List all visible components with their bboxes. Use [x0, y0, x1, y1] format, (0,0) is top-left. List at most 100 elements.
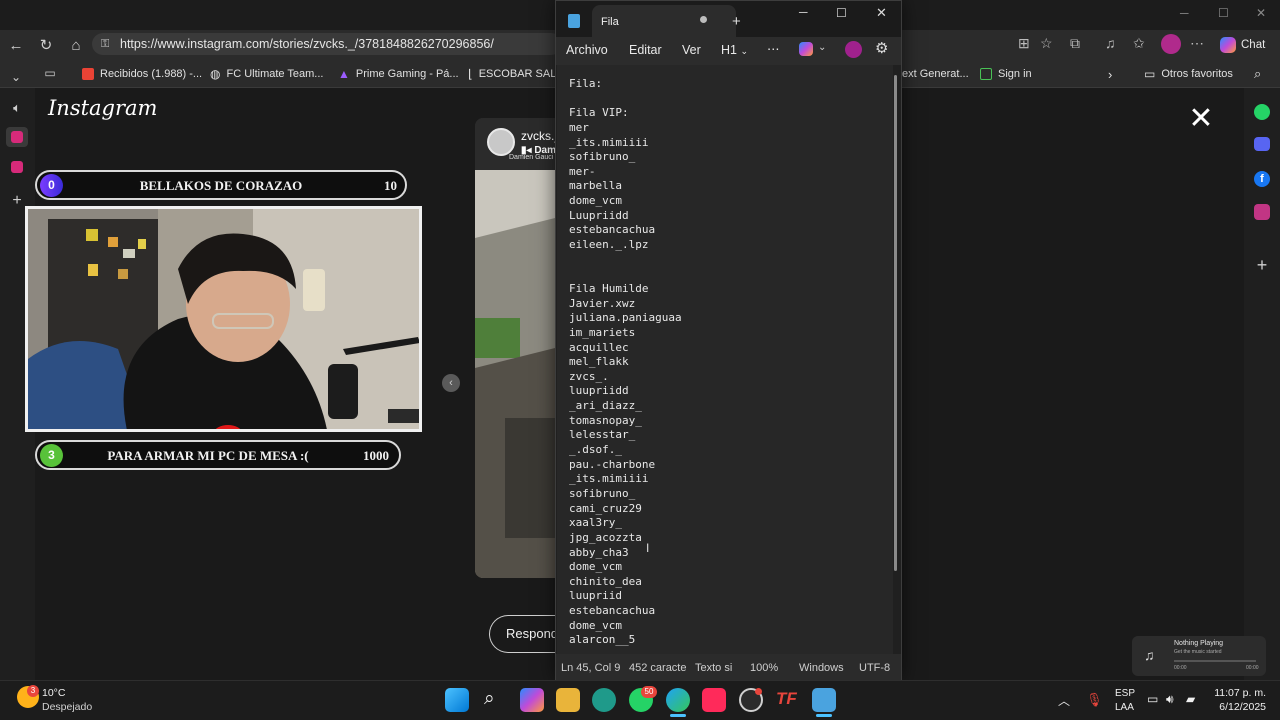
unsaved-dot-icon[interactable]	[700, 16, 707, 23]
bookmark-escobar[interactable]: ⌊ ESCOBAR SALA	[468, 64, 564, 84]
instagram-logo[interactable]: Instagram	[48, 96, 157, 120]
battery-icon[interactable]: ▰	[1186, 692, 1195, 706]
weather-desc[interactable]: Despejado	[42, 701, 92, 713]
facebook-icon[interactable]: f	[1254, 171, 1270, 187]
media-icon[interactable]: ♫	[1105, 35, 1116, 51]
network-icon[interactable]: ▭	[1147, 692, 1158, 706]
notepad-tab[interactable]: Fila	[592, 5, 736, 37]
story-reply-input[interactable]: Responde	[489, 615, 555, 653]
weather-temp[interactable]: 10°C	[42, 687, 65, 699]
volume-icon[interactable]: 🔊︎	[1166, 692, 1174, 707]
copilot-icon[interactable]	[520, 688, 544, 712]
search-icon[interactable]: ⌕	[1254, 64, 1261, 84]
close-story-icon[interactable]: ✕	[1186, 104, 1216, 135]
zoom-level[interactable]: 100%	[750, 662, 778, 674]
close-icon[interactable]: ✕	[1256, 6, 1266, 20]
site-info-icon[interactable]: ⚿	[101, 33, 109, 55]
copilot-icon[interactable]	[799, 42, 813, 56]
goal-1-title: BELLAKOS DE CORAZAO	[139, 178, 303, 193]
favorite-star-icon[interactable]: ☆	[1040, 35, 1053, 52]
bookmark-text-gen[interactable]: ext Generat...	[902, 64, 969, 84]
cursor-app-icon[interactable]	[592, 688, 616, 712]
chat-label: Chat	[1241, 39, 1266, 51]
bookmark-signin[interactable]: Sign in	[980, 64, 1032, 84]
new-tab-icon[interactable]: +	[732, 13, 741, 30]
bookmark-fc[interactable]: ◍ FC Ultimate Team...	[210, 64, 323, 84]
microphone-icon[interactable]: 🎙︎	[1086, 692, 1103, 708]
extensions-icon[interactable]: ⧉	[1070, 35, 1080, 52]
encoding[interactable]: UTF-8	[859, 662, 890, 674]
search-icon[interactable]: ⌕	[484, 688, 495, 710]
minimize-icon[interactable]: ─	[799, 5, 808, 19]
heading-dropdown[interactable]: H1 ⌄	[721, 43, 748, 57]
account-avatar[interactable]	[845, 41, 862, 58]
discord-icon[interactable]	[1254, 137, 1270, 151]
bookmarks-more-chevron-icon[interactable]: ›	[1108, 64, 1112, 84]
bookmark-gmail[interactable]: Recibidos (1.988) -...	[82, 64, 202, 84]
minimize-icon[interactable]: ─	[1180, 6, 1189, 20]
tiktok-icon[interactable]	[702, 688, 726, 712]
tray-chevron-up-icon[interactable]: ︿	[1058, 692, 1070, 709]
story-avatar[interactable]	[487, 128, 515, 156]
profile-avatar[interactable]	[1161, 34, 1181, 54]
add-sidebar-app-icon[interactable]: +	[1251, 254, 1273, 276]
notepad-text-area[interactable]: Fila: Fila VIP: mer _its.mimiiii sofibruno_ m…	[557, 65, 893, 654]
url-input[interactable]: ⚿ https://www.instagram.com/stories/zvck…	[92, 33, 562, 55]
notepad-taskbar-icon[interactable]	[812, 688, 836, 712]
webcam-scene	[28, 209, 419, 429]
maximize-icon[interactable]: ☐	[836, 6, 847, 20]
more-icon[interactable]: ⋯	[767, 41, 780, 56]
close-icon[interactable]: ✕	[876, 5, 887, 21]
notepad-line: Fila VIP:	[569, 106, 629, 120]
more-icon[interactable]: ⋯	[1190, 35, 1204, 52]
instagram-icon[interactable]	[11, 161, 23, 173]
split-screen-icon[interactable]: ⊞	[1018, 35, 1030, 52]
media-widget[interactable]: ♫ Nothing Playing Get the music started …	[1132, 636, 1266, 676]
bookmark-prime[interactable]: ▲ Prime Gaming - Pá...	[338, 64, 459, 84]
media-time-end: 00:00	[1246, 665, 1259, 671]
instagram-tab-active[interactable]	[6, 127, 28, 147]
notepad-line: sofibruno_	[569, 486, 636, 500]
menu-ver[interactable]: Ver	[682, 43, 701, 57]
copilot-icon	[1220, 37, 1236, 53]
notepad-line: Fila Humilde	[569, 281, 649, 295]
notepad-line: juliana.paniaguaa	[569, 311, 682, 325]
maximize-icon[interactable]: ☐	[1218, 6, 1229, 20]
line-ending[interactable]: Windows	[799, 662, 844, 674]
chevron-down-icon[interactable]: ⌄	[5, 66, 27, 88]
speaker-icon[interactable]: 🔈︎	[6, 97, 28, 119]
music-note-icon: ♫	[1144, 647, 1155, 663]
scrollbar[interactable]	[894, 75, 897, 571]
edge-browser-icon[interactable]	[666, 688, 690, 712]
menu-editar[interactable]: Editar	[629, 43, 662, 57]
file-explorer-icon[interactable]	[556, 688, 580, 712]
notepad-line: abby_cha3	[569, 545, 629, 559]
story-card[interactable]: zvcks._ ▮◂ Dam Damien Gauci	[475, 118, 555, 578]
story-username[interactable]: zvcks._	[521, 129, 555, 143]
windows-start-icon[interactable]	[445, 688, 469, 712]
copilot-chat-button[interactable]: Chat	[1220, 34, 1274, 56]
notepad-line: chinito_dea	[569, 574, 642, 588]
instagram-icon[interactable]	[1254, 204, 1270, 220]
home-icon[interactable]: ⌂	[65, 34, 87, 56]
whatsapp-icon[interactable]	[1254, 104, 1270, 120]
browser-window-controls: ─ ☐ ✕	[1176, 6, 1276, 24]
refresh-icon[interactable]: ↻	[35, 34, 57, 56]
previous-story-chevron-icon[interactable]: ‹	[442, 374, 460, 392]
clock-time[interactable]: 11:07 p. m.	[1214, 687, 1266, 699]
tiktok-studio-icon[interactable]: TF	[776, 689, 797, 709]
language-bottom[interactable]: LAA	[1115, 702, 1134, 713]
favorites-icon[interactable]: ✩	[1133, 35, 1145, 52]
language-top[interactable]: ESP	[1115, 688, 1135, 699]
menu-archivo[interactable]: Archivo	[566, 43, 608, 57]
settings-gear-icon[interactable]: ⚙	[875, 39, 888, 57]
media-progress-bar[interactable]	[1174, 660, 1256, 662]
prime-gaming-icon: ▲	[338, 67, 350, 81]
tab-actions-icon[interactable]: ▭	[39, 62, 61, 84]
back-icon[interactable]: ←	[5, 34, 27, 56]
copilot-chevron-icon[interactable]: ⌄	[818, 42, 826, 53]
goal-bar-2: 3 PARA ARMAR MI PC DE MESA :( 1000	[35, 440, 401, 470]
text-format[interactable]: Texto si	[695, 662, 732, 674]
clock-date[interactable]: 6/12/2025	[1214, 701, 1266, 713]
other-favorites[interactable]: ▭ Otros favoritos	[1144, 64, 1233, 84]
